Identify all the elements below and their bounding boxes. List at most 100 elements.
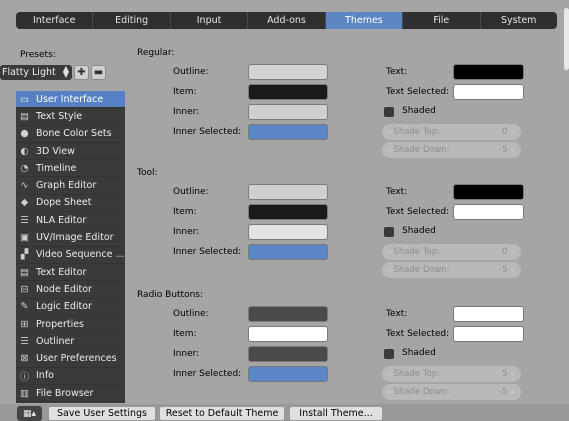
sidebar-item-bone-color-sets[interactable]: ● Bone Color Sets	[16, 126, 125, 143]
dopesheet-icon: ◆	[20, 197, 29, 209]
shaded-checkbox[interactable]	[384, 349, 394, 359]
text-style-icon: ▤	[20, 110, 29, 122]
sidebar-item-label: Bone Color Sets	[36, 128, 112, 140]
increment-arrow-icon[interactable]: ▸	[511, 146, 515, 154]
sidebar-item-user-preferences[interactable]: ⊠ User Preferences	[16, 350, 125, 368]
scrollbar[interactable]	[564, 8, 569, 70]
inner-color-swatch[interactable]	[248, 224, 328, 240]
presets-dropdown[interactable]: Flatty Light ▲ ▼	[0, 65, 72, 80]
file-browser-icon: ▥	[20, 387, 29, 399]
shade-down-field[interactable]: ◂ Shade Down: -5 ▸	[382, 142, 521, 158]
outline-label: Outline:	[173, 187, 209, 197]
tab-themes[interactable]: Themes	[325, 12, 404, 29]
field-value: 0	[502, 247, 508, 257]
tab-editing[interactable]: Editing	[93, 12, 171, 29]
text-selected-color-swatch[interactable]	[453, 204, 524, 220]
tab-interface[interactable]: Interface	[16, 12, 94, 29]
text-color-swatch[interactable]	[453, 64, 524, 80]
shade-down-field[interactable]: ◂ Shade Down: -5 ▸	[382, 262, 521, 278]
text-selected-color-swatch[interactable]	[453, 84, 524, 100]
editor-type-icon[interactable]: ▦▴	[17, 406, 42, 421]
sidebar-item-label: Text Style	[36, 110, 83, 122]
shade-top-field[interactable]: ◂ Shade Top: 5 ▸	[382, 366, 521, 382]
sidebar-item-label: Timeline	[36, 162, 77, 174]
text-selected-label: Text Selected:	[386, 87, 450, 97]
up-down-arrow-icon: ▲ ▼	[62, 64, 69, 79]
shaded-checkbox[interactable]	[384, 227, 394, 237]
tab-input[interactable]: Input	[171, 12, 249, 29]
inner-color-swatch[interactable]	[248, 346, 328, 362]
shaded-checkbox[interactable]	[384, 107, 394, 117]
outline-color-swatch[interactable]	[248, 306, 328, 322]
sidebar-item-logic-editor[interactable]: ✎ Logic Editor	[16, 299, 125, 316]
sidebar-item-3d-view[interactable]: ◐ 3D View	[16, 143, 125, 161]
inner-selected-color-swatch[interactable]	[248, 244, 328, 260]
item-color-swatch[interactable]	[248, 326, 328, 342]
sidebar-item-label: User Preferences	[36, 353, 117, 365]
increment-arrow-icon[interactable]: ▸	[511, 248, 515, 256]
sidebar-item-properties[interactable]: ⊞ Properties	[16, 316, 125, 334]
field-label: Shade Top:	[393, 369, 441, 379]
sidebar-item-file-browser[interactable]: ▥ File Browser	[16, 385, 125, 403]
graph-icon: ∿	[20, 180, 29, 192]
sidebar-item-label: NLA Editor	[36, 214, 87, 226]
install-theme-button[interactable]: Install Theme...	[289, 406, 383, 421]
minus-icon: ▬	[93, 67, 104, 78]
increment-arrow-icon[interactable]: ▸	[511, 266, 515, 274]
outline-color-swatch[interactable]	[248, 64, 328, 80]
shaded-label: Shaded	[402, 106, 436, 116]
increment-arrow-icon[interactable]: ▸	[511, 388, 515, 396]
outline-label: Outline:	[173, 309, 209, 319]
item-color-swatch[interactable]	[248, 84, 328, 100]
sidebar-item-info[interactable]: ⓘ Info	[16, 368, 125, 386]
reset-theme-button[interactable]: Reset to Default Theme	[159, 406, 285, 421]
text-label: Text:	[386, 67, 408, 77]
sidebar-item-graph-editor[interactable]: ∿ Graph Editor	[16, 177, 125, 195]
sidebar-item-label: 3D View	[36, 145, 75, 157]
text-selected-color-swatch[interactable]	[453, 326, 524, 342]
field-label: Shade Top:	[393, 247, 441, 257]
outliner-icon: ☰	[20, 335, 29, 347]
sidebar-item-video-sequence[interactable]: ▞ Video Sequence ...	[16, 247, 125, 264]
text-selected-label: Text Selected:	[386, 207, 450, 217]
sidebar-item-label: Logic Editor	[36, 301, 92, 313]
increment-arrow-icon[interactable]: ▸	[511, 370, 515, 378]
item-color-swatch[interactable]	[248, 204, 328, 220]
theme-space-list: ▭ User Interface ▤ Text Style ● Bone Color Se…	[16, 91, 125, 403]
outline-color-swatch[interactable]	[248, 184, 328, 200]
shade-top-field[interactable]: ◂ Shade Top: 0 ▸	[382, 244, 521, 260]
sidebar-item-text-editor[interactable]: ▤ Text Editor	[16, 264, 125, 282]
sidebar-item-uv-image-editor[interactable]: ▣ UV/Image Editor	[16, 229, 125, 247]
tab-add-ons[interactable]: Add-ons	[248, 12, 326, 29]
add-preset-button[interactable]: ✚	[74, 65, 89, 80]
inner-selected-color-swatch[interactable]	[248, 366, 328, 382]
inner-selected-color-swatch[interactable]	[248, 124, 328, 140]
shade-down-field[interactable]: ◂ Shade Down: -5 ▸	[382, 384, 521, 400]
remove-preset-button[interactable]: ▬	[91, 65, 106, 80]
section-title: Regular:	[137, 48, 175, 58]
inner-selected-label: Inner Selected:	[173, 369, 242, 379]
sidebar-item-node-editor[interactable]: ⊟ Node Editor	[16, 281, 125, 299]
sidebar-item-outliner[interactable]: ☰ Outliner	[16, 333, 125, 351]
nla-icon: ☰	[20, 214, 29, 226]
save-user-settings-button[interactable]: Save User Settings	[48, 406, 156, 421]
text-color-swatch[interactable]	[453, 306, 524, 322]
sidebar-item-label: Node Editor	[36, 283, 92, 295]
increment-arrow-icon[interactable]: ▸	[511, 128, 515, 136]
bone-icon: ●	[20, 128, 29, 140]
sidebar-item-dope-sheet[interactable]: ◆ Dope Sheet	[16, 195, 125, 213]
tab-file[interactable]: File	[403, 12, 481, 29]
sidebar-item-text-style[interactable]: ▤ Text Style	[16, 108, 125, 126]
sidebar-item-label: Graph Editor	[36, 180, 97, 192]
field-value: 0	[502, 127, 508, 137]
text-color-swatch[interactable]	[453, 184, 524, 200]
inner-color-swatch[interactable]	[248, 104, 328, 120]
sidebar-item-user-interface[interactable]: ▭ User Interface	[16, 91, 125, 109]
sidebar-item-label: UV/Image Editor	[36, 232, 114, 244]
text-label: Text:	[386, 309, 408, 319]
sidebar-item-timeline[interactable]: ◔ Timeline	[16, 160, 125, 178]
sidebar-item-label: File Browser	[36, 387, 94, 399]
shade-top-field[interactable]: ◂ Shade Top: 0 ▸	[382, 124, 521, 140]
tab-system[interactable]: System	[481, 12, 557, 29]
sidebar-item-nla-editor[interactable]: ☰ NLA Editor	[16, 212, 125, 230]
